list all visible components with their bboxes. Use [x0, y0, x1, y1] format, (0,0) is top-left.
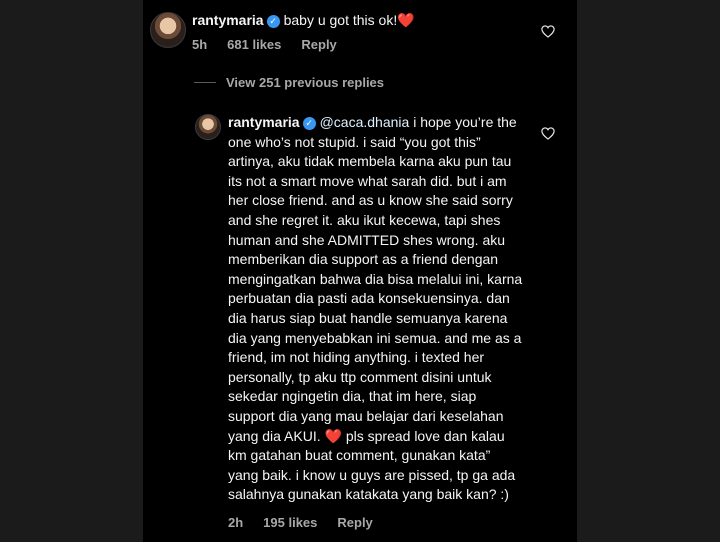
verified-badge-icon: ✓ [266, 15, 280, 28]
comment-meta: 5h 681 likes Reply [192, 37, 357, 52]
comment: rantymaria ✓ baby u got this ok!❤️ [192, 11, 522, 29]
heart-emoji-icon: ❤️ [324, 427, 342, 444]
comment-time: 5h [192, 37, 208, 52]
heart-emoji-icon: ❤️ [397, 12, 415, 28]
comment-text: baby u got this ok! [283, 12, 398, 28]
mention-link[interactable]: @caca.dhania [320, 114, 410, 130]
reply-text-part1: i hope you’re the one who’s not stupid. … [228, 114, 523, 444]
reply-comment: rantymaria ✓ @caca.dhania i hope you’re th… [228, 113, 524, 505]
comment-reply-button[interactable]: Reply [301, 37, 336, 52]
view-replies-button[interactable]: View 251 previous replies [194, 75, 384, 90]
heart-outline-icon[interactable] [541, 25, 555, 38]
view-replies-label: View 251 previous replies [226, 75, 385, 90]
divider [194, 82, 216, 83]
reply-username[interactable]: rantymaria [228, 114, 300, 130]
heart-outline-icon[interactable] [541, 127, 555, 140]
comment-username[interactable]: rantymaria [192, 12, 264, 28]
reply-time: 2h [228, 515, 244, 530]
avatar[interactable] [150, 12, 186, 48]
reply-likes[interactable]: 195 likes [263, 515, 317, 530]
reply-avatar[interactable] [195, 114, 221, 140]
reply-meta: 2h 195 likes Reply [228, 515, 393, 530]
verified-badge-icon: ✓ [302, 117, 316, 130]
comment-likes[interactable]: 681 likes [227, 37, 281, 52]
reply-reply-button[interactable]: Reply [337, 515, 372, 530]
